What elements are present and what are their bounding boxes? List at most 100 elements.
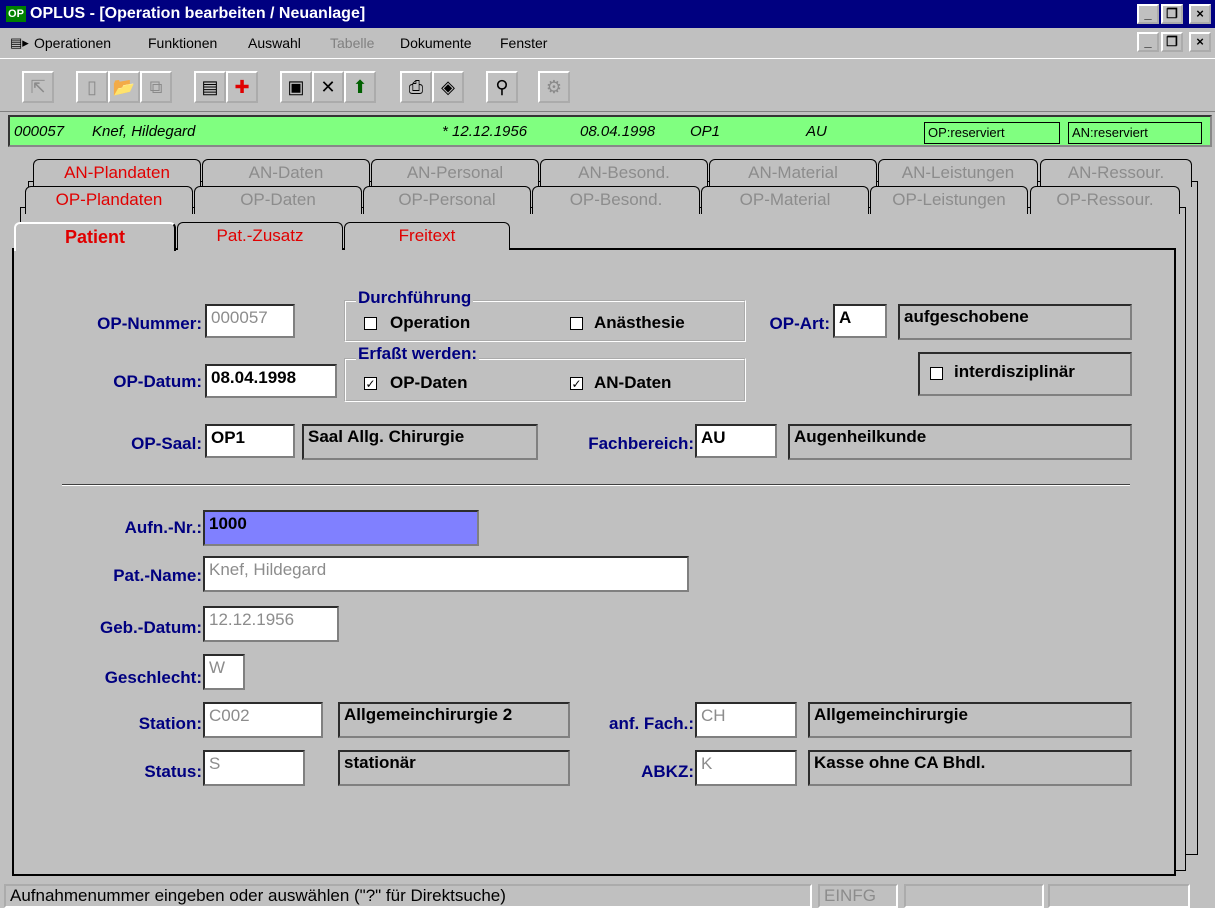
op-room: OP1 [690,123,721,140]
abkz-description: Kasse ohne CA Bhdl. [808,750,1132,786]
delete-icon[interactable]: ✕ [312,71,344,103]
tab-op-daten[interactable]: OP-Daten [194,186,362,214]
tab-freitext[interactable]: Freitext [344,222,510,250]
station-label: Station: [138,714,202,733]
tab-an-besond[interactable]: AN-Besond. [540,159,708,187]
patient-name: Knef, Hildegard [92,123,196,140]
op-daten-label: OP-Daten [390,373,468,392]
tag-icon[interactable]: ◈ [432,71,464,103]
add-icon[interactable]: ✚ [226,71,258,103]
minimize-button[interactable]: _ [1137,4,1159,24]
open-folder-icon[interactable]: 📂 [108,71,140,103]
child-close-button[interactable]: × [1189,32,1211,52]
op-art-field[interactable]: A [833,304,887,338]
copy-icon[interactable]: ⧉ [140,71,172,103]
status-message: Aufnahmenummer eingeben oder auswählen (… [4,884,812,908]
up-arrow-icon[interactable]: ⬆ [344,71,376,103]
tab-an-personal[interactable]: AN-Personal [371,159,539,187]
maximize-button[interactable]: ❐ [1161,4,1183,24]
tab-op-material[interactable]: OP-Material [701,186,869,214]
abkz-label: ABKZ: [641,762,694,781]
operation-checkbox[interactable] [364,317,377,330]
tab-op-ressour[interactable]: OP-Ressour. [1030,186,1180,214]
anf-fach-field[interactable]: CH [695,702,797,738]
section-divider [62,484,1130,486]
op-datum-field[interactable]: 08.04.1998 [205,364,337,398]
insert-mode-indicator: EINFG [818,884,898,908]
interdisziplinaer-checkbox[interactable] [930,367,943,380]
restore-icon: ❐ [1166,34,1178,49]
department: AU [806,123,827,140]
aufn-nr-label: Aufn.-Nr.: [124,518,202,537]
op-date: 08.04.1998 [580,123,656,140]
an-status-badge: AN:reserviert [1068,122,1202,144]
anf-fach-label: anf. Fach.: [608,714,694,733]
exit-icon[interactable]: ⇱ [22,71,54,103]
menu-operationen[interactable]: Operationen [34,35,111,51]
tab-patient[interactable]: Patient [14,222,176,251]
tab-op-besond[interactable]: OP-Besond. [532,186,700,214]
op-daten-checkbox[interactable]: ✓ [364,377,377,390]
status-bar: Aufnahmenummer eingeben oder auswählen (… [0,882,1215,908]
op-saal-field[interactable]: OP1 [205,424,295,458]
op-art-label: OP-Art: [769,314,830,333]
abkz-field[interactable]: K [695,750,797,786]
patient-number: 000057 [14,123,65,140]
tab-an-material[interactable]: AN-Material [709,159,877,187]
geschlecht-label: Geschlecht: [104,668,202,687]
op-saal-label: OP-Saal: [131,434,202,453]
tab-pat-zusatz[interactable]: Pat.-Zusatz [177,222,343,250]
tab-op-plandaten[interactable]: OP-Plandaten [25,186,193,214]
tools-icon[interactable]: ⚙ [538,71,570,103]
close-button[interactable]: × [1189,4,1211,24]
op-nummer-field[interactable]: 000057 [205,304,295,338]
anaesthesie-checkbox[interactable] [570,317,583,330]
tab-an-plandaten[interactable]: AN-Plandaten [33,159,201,187]
print-icon[interactable]: ⎙ [400,71,432,103]
list-icon[interactable]: ▤ [194,71,226,103]
station-field[interactable]: C002 [203,702,323,738]
an-daten-checkbox[interactable]: ✓ [570,377,583,390]
status-field[interactable]: S [203,750,305,786]
an-daten-label: AN-Daten [594,373,672,392]
station-description: Allgemeinchirurgie 2 [338,702,570,738]
binoculars-icon[interactable]: ⚲ [486,71,518,103]
tab-an-ressour[interactable]: AN-Ressour. [1040,159,1192,187]
tab-op-leistungen[interactable]: OP-Leistungen [870,186,1028,214]
status-description: stationär [338,750,570,786]
tab-an-daten[interactable]: AN-Daten [202,159,370,187]
anf-fach-description: Allgemeinchirurgie [808,702,1132,738]
menu-tabelle[interactable]: Tabelle [330,35,374,51]
save-icon[interactable]: ▣ [280,71,312,103]
menu-funktionen[interactable]: Funktionen [148,35,217,51]
window-title: OPLUS - [Operation bearbeiten / Neuanlag… [30,5,366,22]
maximize-icon: ❐ [1166,6,1178,21]
fachbereich-label: Fachbereich: [588,434,694,453]
child-restore-button[interactable]: ❐ [1161,32,1183,52]
new-doc-icon[interactable]: ▯ [76,71,108,103]
tab-op-personal[interactable]: OP-Personal [363,186,531,214]
toolbar: ⇱ ▯ 📂 ⧉ ▤ ✚ ▣ ✕ ⬆ ⎙ ◈ ⚲ ⚙ [0,58,1215,112]
patient-info-bar: 000057 Knef, Hildegard * 12.12.1956 08.0… [8,115,1212,147]
geb-datum-label: Geb.-Datum: [100,618,202,637]
menu-auswahl[interactable]: Auswahl [248,35,301,51]
status-panel-3 [904,884,1044,908]
pat-name-label: Pat.-Name: [113,566,202,585]
interdisziplinaer-label: interdisziplinär [954,362,1075,381]
menu-bar: ▤▸ Operationen Funktionen Auswahl Tabell… [0,28,1215,58]
geb-datum-field[interactable]: 12.12.1956 [203,606,339,642]
fachbereich-field[interactable]: AU [695,424,777,458]
document-icon[interactable]: ▤▸ [10,35,29,51]
child-minimize-button[interactable]: _ [1137,32,1159,52]
geschlecht-field[interactable]: W [203,654,245,690]
aufn-nr-field[interactable]: 1000 [203,510,479,546]
title-bar: OP OPLUS - [Operation bearbeiten / Neuan… [0,0,1215,28]
status-label: Status: [144,762,202,781]
durchfuehrung-title: Durchführung [356,288,474,308]
menu-dokumente[interactable]: Dokumente [400,35,472,51]
app-icon[interactable]: OP [6,6,26,22]
patient-birthdate: * 12.12.1956 [442,123,528,140]
tab-an-leistungen[interactable]: AN-Leistungen [878,159,1038,187]
pat-name-field[interactable]: Knef, Hildegard [203,556,689,592]
menu-fenster[interactable]: Fenster [500,35,547,51]
